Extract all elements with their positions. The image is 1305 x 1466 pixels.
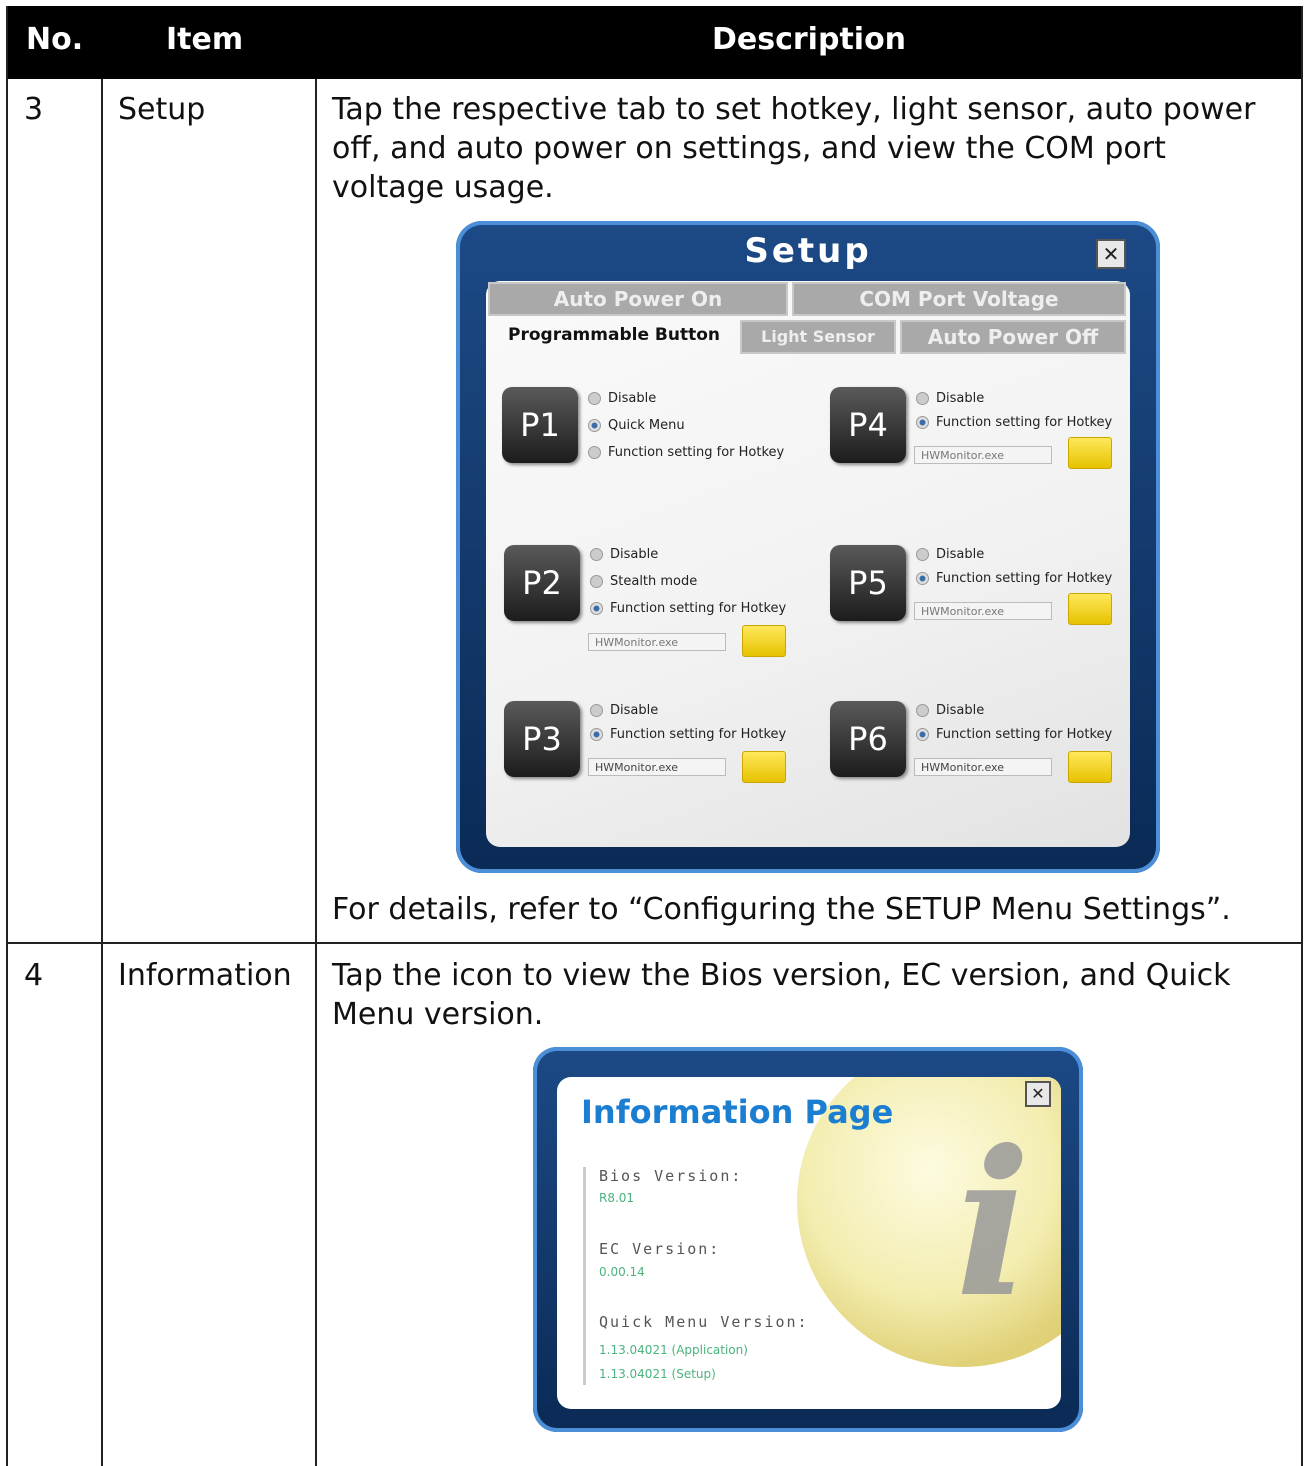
- option-label: Disable: [608, 391, 657, 406]
- quick-menu-version-setup: 1.13.04021 (Setup): [599, 1367, 716, 1381]
- row-number: 3: [24, 92, 44, 127]
- header-description: Description: [712, 22, 907, 57]
- quick-menu-version-label: Quick Menu Version:: [599, 1313, 809, 1331]
- p6-button[interactable]: P6: [830, 701, 906, 777]
- setup-panel: Auto Power On COM Port Voltage Programma…: [486, 281, 1130, 847]
- p2-file-input[interactable]: HWMonitor.exe: [588, 633, 726, 651]
- p2-disable-radio[interactable]: Disable: [590, 547, 658, 562]
- information-dialog: i Information Page ✕ Bios Version: R8.01…: [533, 1047, 1083, 1432]
- info-icon: i: [955, 1107, 1031, 1342]
- row-description: Tap the icon to view the Bios version, E…: [332, 958, 1231, 1032]
- close-icon[interactable]: ✕: [1096, 239, 1126, 269]
- info-divider: [583, 1167, 586, 1385]
- ec-version-value: 0.00.14: [599, 1265, 645, 1279]
- ec-version-label: EC Version:: [599, 1240, 721, 1258]
- option-label: Function setting for Hotkey: [610, 601, 787, 616]
- table-header: No. Item Description: [8, 6, 1301, 79]
- p1-button[interactable]: P1: [502, 387, 578, 463]
- option-label: Disable: [610, 547, 659, 562]
- folder-icon[interactable]: [742, 751, 786, 783]
- setup-dialog: Setup ✕ Auto Power On COM Port Voltage P…: [456, 221, 1160, 873]
- p3-file-input[interactable]: HWMonitor.exe: [588, 758, 726, 776]
- tab-light-sensor[interactable]: Light Sensor: [740, 320, 896, 354]
- p2-hotkey-radio[interactable]: Function setting for Hotkey: [590, 601, 786, 616]
- folder-icon[interactable]: [1068, 437, 1112, 469]
- p4-hotkey-radio[interactable]: Function setting for Hotkey: [916, 415, 1112, 430]
- p2-stealth-radio[interactable]: Stealth mode: [590, 574, 697, 589]
- info-title: Information Page: [581, 1093, 894, 1131]
- row-footer-note: For details, refer to “Configuring the S…: [332, 892, 1231, 927]
- bios-version-value: R8.01: [599, 1191, 635, 1205]
- p3-hotkey-radio[interactable]: Function setting for Hotkey: [590, 727, 786, 742]
- p1-quick-menu-radio[interactable]: Quick Menu: [588, 418, 685, 433]
- option-label: Disable: [936, 391, 985, 406]
- option-label: Stealth mode: [610, 574, 698, 589]
- quick-menu-version-app: 1.13.04021 (Application): [599, 1343, 748, 1357]
- p6-hotkey-radio[interactable]: Function setting for Hotkey: [916, 727, 1112, 742]
- p5-file-input[interactable]: HWMonitor.exe: [914, 602, 1052, 620]
- p6-file-input[interactable]: HWMonitor.exe: [914, 758, 1052, 776]
- folder-icon[interactable]: [1068, 593, 1112, 625]
- p4-button[interactable]: P4: [830, 387, 906, 463]
- p5-button[interactable]: P5: [830, 545, 906, 621]
- folder-icon[interactable]: [742, 625, 786, 657]
- option-label: Disable: [936, 547, 985, 562]
- bios-version-label: Bios Version:: [599, 1167, 743, 1185]
- tab-com-port-voltage[interactable]: COM Port Voltage: [792, 282, 1126, 316]
- p2-button[interactable]: P2: [504, 545, 580, 621]
- option-label: Disable: [936, 703, 985, 718]
- tab-auto-power-off[interactable]: Auto Power Off: [900, 320, 1126, 354]
- tab-programmable-button[interactable]: Programmable Button: [494, 320, 734, 354]
- column-divider: [101, 79, 103, 1466]
- close-icon[interactable]: ✕: [1025, 1081, 1051, 1107]
- header-no: No.: [26, 22, 84, 57]
- option-label: Quick Menu: [608, 418, 685, 433]
- column-divider: [315, 79, 317, 1466]
- information-panel: i Information Page ✕ Bios Version: R8.01…: [557, 1077, 1061, 1409]
- setup-title: Setup: [744, 231, 872, 271]
- tab-auto-power-on[interactable]: Auto Power On: [488, 282, 788, 316]
- row-divider: [8, 942, 1301, 944]
- p1-hotkey-radio[interactable]: Function setting for Hotkey: [588, 445, 784, 460]
- p4-file-input[interactable]: HWMonitor.exe: [914, 446, 1052, 464]
- option-label: Function setting for Hotkey: [936, 571, 1113, 586]
- option-label: Function setting for Hotkey: [610, 727, 787, 742]
- option-label: Function setting for Hotkey: [608, 445, 785, 460]
- p6-disable-radio[interactable]: Disable: [916, 703, 984, 718]
- option-label: Function setting for Hotkey: [936, 727, 1113, 742]
- row-item: Setup: [118, 92, 206, 127]
- header-item: Item: [166, 22, 244, 57]
- p5-disable-radio[interactable]: Disable: [916, 547, 984, 562]
- option-label: Function setting for Hotkey: [936, 415, 1113, 430]
- option-label: Disable: [610, 703, 659, 718]
- p5-hotkey-radio[interactable]: Function setting for Hotkey: [916, 571, 1112, 586]
- p3-button[interactable]: P3: [504, 701, 580, 777]
- row-description: Tap the respective tab to set hotkey, li…: [332, 92, 1256, 205]
- folder-icon[interactable]: [1068, 751, 1112, 783]
- p4-disable-radio[interactable]: Disable: [916, 391, 984, 406]
- p3-disable-radio[interactable]: Disable: [590, 703, 658, 718]
- row-item: Information: [118, 958, 292, 993]
- row-number: 4: [24, 958, 44, 993]
- p1-disable-radio[interactable]: Disable: [588, 391, 656, 406]
